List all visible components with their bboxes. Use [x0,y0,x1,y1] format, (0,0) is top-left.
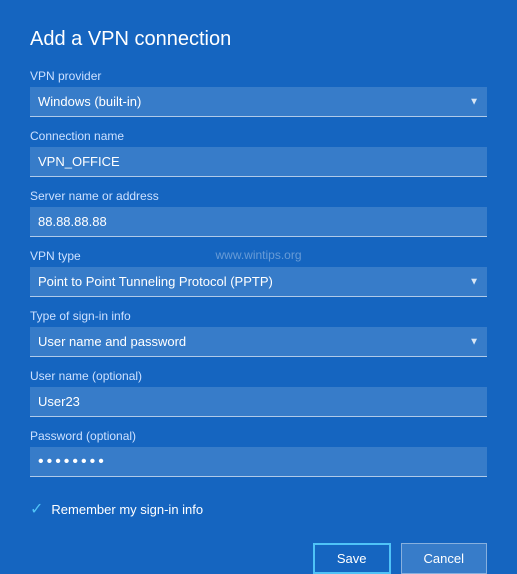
remember-sign-in-row[interactable]: ✓ Remember my sign-in info [30,499,487,519]
vpn-provider-select[interactable]: Windows (built-in) [30,87,487,117]
username-input[interactable] [30,387,487,417]
vpn-provider-label: VPN provider [30,69,487,83]
sign-in-type-wrapper: User name and password ▼ [30,327,487,357]
connection-name-group: Connection name [30,129,487,177]
vpn-provider-wrapper: Windows (built-in) ▼ [30,87,487,117]
sign-in-type-select[interactable]: User name and password [30,327,487,357]
vpn-type-label: VPN type [30,249,487,263]
cancel-button[interactable]: Cancel [401,543,487,574]
password-label: Password (optional) [30,429,487,443]
save-button[interactable]: Save [313,543,391,574]
username-group: User name (optional) [30,369,487,417]
username-label: User name (optional) [30,369,487,383]
connection-name-label: Connection name [30,129,487,143]
vpn-type-wrapper: Point to Point Tunneling Protocol (PPTP)… [30,267,487,297]
server-name-input[interactable] [30,207,487,237]
password-group: Password (optional) [30,429,487,477]
sign-in-type-label: Type of sign-in info [30,309,487,323]
server-name-group: Server name or address [30,189,487,237]
password-input[interactable] [30,447,487,477]
dialog-title: Add a VPN connection [30,28,487,51]
vpn-type-select[interactable]: Point to Point Tunneling Protocol (PPTP) [30,267,487,297]
remember-sign-in-label: Remember my sign-in info [51,502,203,517]
vpn-provider-group: VPN provider Windows (built-in) ▼ [30,69,487,117]
sign-in-type-group: Type of sign-in info User name and passw… [30,309,487,357]
connection-name-input[interactable] [30,147,487,177]
vpn-dialog: Add a VPN connection VPN provider Window… [0,0,517,550]
server-name-label: Server name or address [30,189,487,203]
footer-buttons: Save Cancel [30,535,487,574]
checkmark-icon: ✓ [30,499,43,519]
vpn-type-group: VPN type Point to Point Tunneling Protoc… [30,249,487,297]
